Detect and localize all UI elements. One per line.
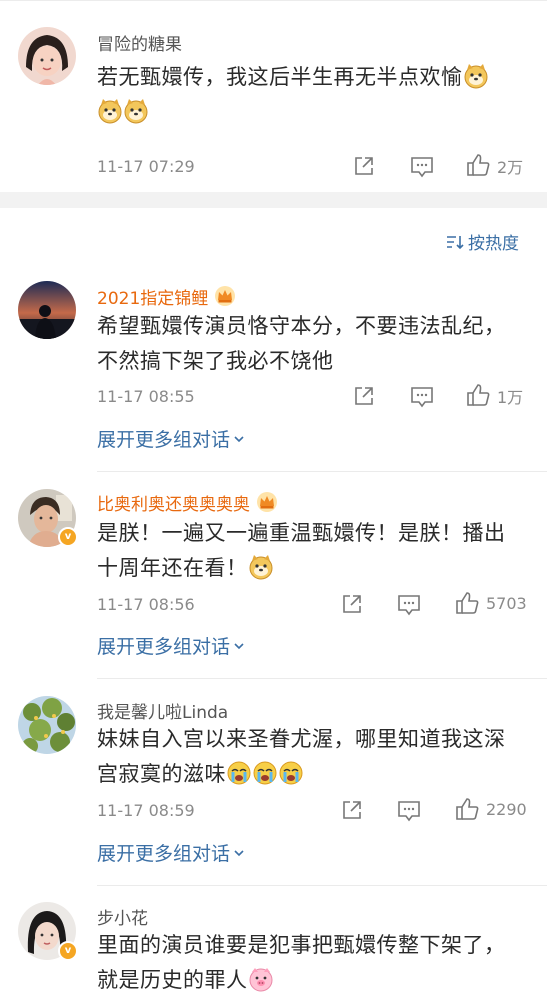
comment-username[interactable]: 冒险的糖果	[97, 30, 182, 55]
comment-username[interactable]: 我是馨儿啦Linda	[97, 698, 228, 723]
comment-body: 若无甄嬛传，我这后半生再无半点欢愉	[97, 65, 463, 89]
username-text: 2021指定锦鲤	[97, 289, 209, 309]
verified-badge-icon: v	[58, 527, 78, 547]
reply-button[interactable]	[397, 799, 421, 823]
thumbs-up-icon	[467, 384, 490, 406]
avatar[interactable]	[18, 27, 76, 85]
share-button[interactable]	[340, 592, 364, 616]
like-count: 1万	[497, 387, 524, 407]
sort-by-hot-button[interactable]: 按热度	[446, 229, 519, 254]
comment-timestamp: 11-17 08:59	[97, 801, 195, 820]
avatar[interactable]	[18, 281, 76, 339]
comment-icon	[398, 595, 420, 615]
expand-label: 展开更多组对话	[97, 636, 231, 658]
like-count: 2万	[497, 157, 524, 177]
crying-emoji-icon	[278, 760, 304, 786]
like-button[interactable]: 2万	[466, 153, 523, 178]
share-icon	[343, 595, 361, 613]
comment-timestamp: 11-17 08:55	[97, 387, 195, 406]
comment-text: 希望甄嬛传演员恪守本分，不要违法乱纪，不然搞下架了我必不饶他	[97, 314, 506, 373]
expand-label: 展开更多组对话	[97, 429, 231, 451]
crying-emoji-icon	[252, 760, 278, 786]
comment-username[interactable]: 2021指定锦鲤	[97, 284, 236, 309]
comment-icon	[411, 387, 433, 407]
doge-emoji-icon	[464, 63, 487, 89]
comment-text: 是朕！一遍又一遍重温甄嬛传！是朕！播出十周年还在看！	[97, 516, 522, 586]
sort-label: 按热度	[468, 234, 519, 254]
share-button[interactable]	[352, 384, 376, 408]
expand-label: 展开更多组对话	[97, 843, 231, 865]
expand-conversation-link[interactable]: 展开更多组对话	[97, 425, 245, 452]
comment-text: 里面的演员谁要是犯事把甄嬛传整下架了，就是历史的罪人	[97, 928, 522, 998]
username-text: 比奥利奥还奥奥奥奥	[97, 495, 250, 515]
like-button[interactable]: 2290	[455, 797, 527, 822]
comment-divider	[97, 471, 547, 472]
avatar[interactable]	[18, 696, 76, 754]
like-button[interactable]: 1万	[466, 383, 523, 408]
doge-emoji-icon	[249, 554, 272, 580]
chevron-down-icon	[234, 642, 244, 649]
thumbs-up-icon	[456, 798, 479, 820]
share-icon	[355, 157, 373, 175]
comment-username[interactable]: 步小花	[97, 904, 148, 929]
comment-body: 里面的演员谁要是犯事把甄嬛传整下架了，就是历史的罪人	[97, 933, 506, 992]
thumbs-up-icon	[456, 592, 479, 614]
chevron-down-icon	[234, 849, 244, 856]
expand-conversation-link[interactable]: 展开更多组对话	[97, 632, 245, 659]
share-icon	[343, 801, 361, 819]
like-count: 5703	[486, 594, 527, 613]
like-button[interactable]: 5703	[455, 591, 527, 616]
reply-button[interactable]	[410, 155, 434, 179]
comment-body: 是朕！一遍又一遍重温甄嬛传！是朕！播出十周年还在看！	[97, 521, 506, 580]
comment-icon	[398, 801, 420, 821]
section-separator	[0, 192, 547, 208]
doge-emoji-icon	[98, 98, 122, 124]
comment-divider	[97, 885, 547, 886]
expand-conversation-link[interactable]: 展开更多组对话	[97, 839, 245, 866]
share-button[interactable]	[352, 154, 376, 178]
comment-username[interactable]: 比奥利奥还奥奥奥奥	[97, 490, 278, 515]
share-icon	[355, 387, 373, 405]
pig-emoji-icon	[249, 967, 272, 992]
crown-icon	[257, 492, 277, 512]
comment-text: 妹妹自入宫以来圣眷尤渥，哪里知道我这深宫寂寞的滋味	[97, 722, 522, 792]
comment-timestamp: 11-17 08:56	[97, 595, 195, 614]
comment-text: 若无甄嬛传，我这后半生再无半点欢愉	[97, 60, 522, 130]
chevron-down-icon	[234, 435, 244, 442]
crying-emoji-icon	[226, 760, 252, 786]
comment-icon	[411, 157, 433, 177]
sort-icon	[447, 235, 464, 249]
reply-button[interactable]	[410, 385, 434, 409]
comment-divider	[97, 678, 547, 679]
share-button[interactable]	[340, 798, 364, 822]
verified-badge-icon: v	[58, 941, 78, 961]
top-divider	[0, 0, 547, 1]
reply-button[interactable]	[397, 593, 421, 617]
crown-icon	[215, 286, 236, 306]
doge-emoji-icon	[124, 98, 148, 124]
thumbs-up-icon	[467, 154, 490, 176]
like-count: 2290	[486, 800, 527, 819]
comment-timestamp: 11-17 07:29	[97, 157, 195, 176]
